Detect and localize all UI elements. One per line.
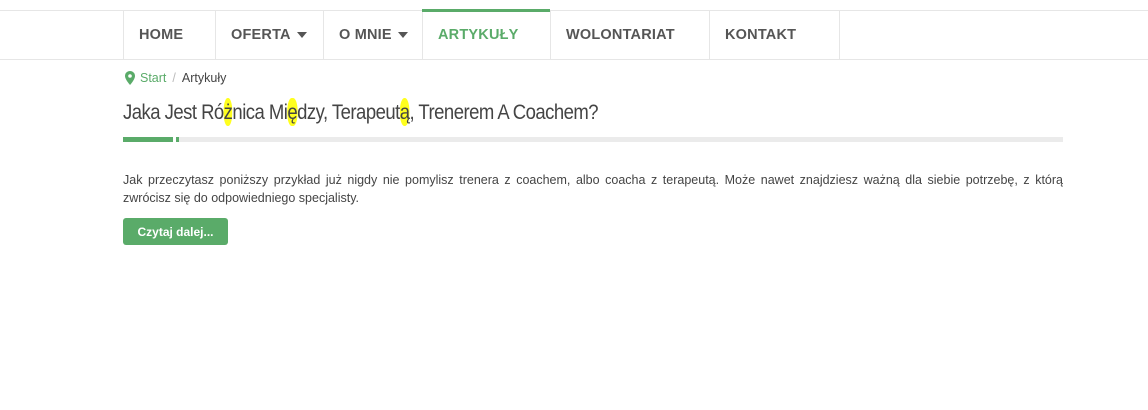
breadcrumb-separator: / <box>172 71 176 85</box>
title-text: , Trenerem A Coachem? <box>409 100 599 124</box>
article-title[interactable]: Jaka Jest Różnica Między, Terapeutą, Tre… <box>123 98 599 126</box>
nav-item-label: OFERTA <box>231 26 291 43</box>
map-marker-icon <box>125 71 135 85</box>
title-highlight: ż <box>223 98 233 126</box>
nav-item-label: WOLONTARIAT <box>566 26 675 43</box>
title-highlight: ą <box>399 98 410 126</box>
divider-accent <box>123 137 173 142</box>
nav-item-artykuly[interactable]: ARTYKUŁY <box>422 9 550 59</box>
nav-item-oferta[interactable]: OFERTA <box>215 10 323 59</box>
title-divider <box>123 137 1063 142</box>
main-navbar: HOME OFERTA O MNIE ARTYKUŁY WOLONTARIAT … <box>0 9 1148 60</box>
breadcrumb-start-link[interactable]: Start <box>140 71 166 85</box>
main-nav: HOME OFERTA O MNIE ARTYKUŁY WOLONTARIAT … <box>123 9 840 59</box>
breadcrumb: Start / Artykuły <box>125 71 226 85</box>
nav-item-home[interactable]: HOME <box>123 10 215 59</box>
caret-down-icon <box>397 32 408 38</box>
nav-item-o-mnie[interactable]: O MNIE <box>323 10 422 59</box>
title-text: nica Mi <box>232 100 288 124</box>
article-excerpt: Jak przeczytasz poniższy przykład już ni… <box>123 173 1063 205</box>
read-more-button[interactable]: Czytaj dalej... <box>123 218 228 245</box>
nav-item-label: ARTYKUŁY <box>438 26 519 43</box>
nav-item-wolontariat[interactable]: WOLONTARIAT <box>550 10 709 59</box>
caret-down-icon <box>296 32 307 38</box>
nav-item-label: HOME <box>139 26 184 43</box>
title-text: Jaka Jest Ró <box>123 100 224 124</box>
divider-accent-dot <box>176 137 179 142</box>
nav-item-label: KONTAKT <box>725 26 797 43</box>
nav-item-kontakt[interactable]: KONTAKT <box>709 10 840 59</box>
breadcrumb-current: Artykuły <box>181 71 227 85</box>
title-highlight: ę <box>287 98 298 126</box>
nav-item-label: O MNIE <box>339 26 392 43</box>
title-text: dzy, Terapeut <box>297 100 400 124</box>
